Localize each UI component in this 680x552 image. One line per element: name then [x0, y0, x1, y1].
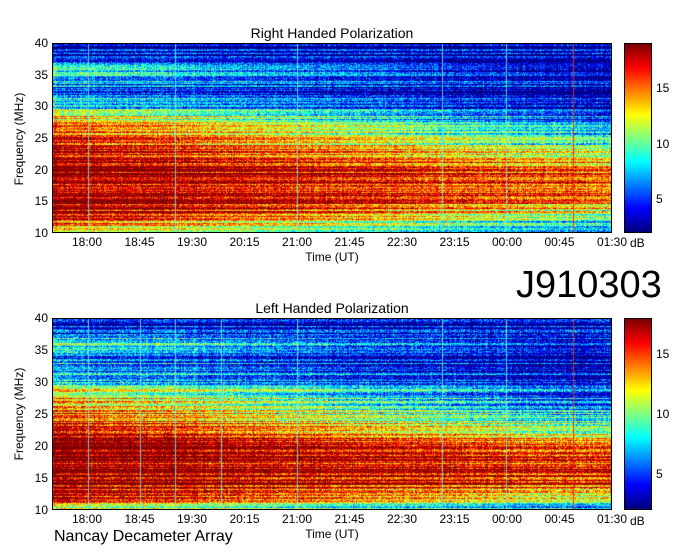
- x-tick-label: 21:45: [334, 512, 365, 526]
- y-tick-label: 10: [34, 503, 48, 517]
- x-tick-label: 01:30: [596, 235, 628, 249]
- x-tick-label: 18:00: [71, 512, 103, 526]
- y-tick-label: 30: [34, 99, 48, 114]
- y-tick-label: 40: [34, 36, 48, 50]
- colorbar-tick-label: 5: [656, 192, 663, 207]
- bottom-colorbar: [624, 318, 652, 510]
- bottom-colorbar-label: dB: [630, 514, 645, 528]
- y-tick-label: 35: [34, 67, 48, 82]
- bottom-panel-title: Left Handed Polarization: [255, 300, 409, 316]
- x-tick-label: 20:15: [229, 512, 260, 526]
- colorbar-tick-label: 15: [656, 80, 670, 95]
- x-tick-label: 22:30: [386, 512, 418, 526]
- y-tick-label: 25: [34, 131, 48, 145]
- y-tick-label: 10: [34, 226, 48, 240]
- top-x-axis-label: Time (UT): [305, 250, 359, 264]
- colorbar-tick-label: 15: [656, 347, 670, 361]
- x-tick-label: 22:30: [386, 235, 418, 249]
- x-tick-label: 00:45: [544, 235, 575, 249]
- x-tick-label: 18:45: [124, 235, 155, 249]
- x-tick-label: 23:15: [439, 235, 470, 249]
- y-tick-label: 20: [34, 439, 48, 453]
- x-tick-label: 19:30: [176, 512, 208, 526]
- y-tick-label: 35: [34, 343, 48, 357]
- x-tick-label: 00:45: [544, 512, 575, 526]
- y-tick-label: 40: [34, 311, 48, 325]
- x-tick-label: 00:00: [491, 512, 523, 526]
- top-colorbar-label: dB: [630, 236, 645, 250]
- x-tick-label: 18:00: [71, 235, 103, 249]
- x-tick-label: 20:15: [229, 235, 260, 249]
- y-tick-label: 15: [34, 471, 48, 485]
- y-tick-label: 15: [34, 194, 48, 209]
- x-tick-label: 18:45: [124, 512, 155, 526]
- y-tick-label: 30: [34, 375, 48, 389]
- bottom-spectrogram: [52, 318, 612, 510]
- footer-label: Nancay Decameter Array: [54, 528, 233, 545]
- bottom-x-axis-label: Time (UT): [305, 527, 359, 541]
- y-tick-label: 20: [34, 162, 48, 177]
- top-colorbar: [624, 43, 652, 233]
- colorbar-tick-label: 10: [656, 407, 670, 421]
- x-tick-label: 21:00: [281, 235, 313, 249]
- x-tick-label: 23:15: [439, 512, 470, 526]
- x-tick-label: 21:00: [281, 512, 313, 526]
- x-tick-label: 01:30: [596, 512, 628, 526]
- colorbar-tick-label: 5: [656, 467, 663, 481]
- x-tick-label: 19:30: [176, 235, 208, 249]
- x-tick-label: 21:45: [334, 235, 365, 249]
- y-tick-label: 25: [34, 407, 48, 421]
- x-tick-label: 00:00: [491, 235, 523, 249]
- colorbar-tick-label: 10: [656, 136, 670, 151]
- top-panel-title: Right Handed Polarization: [250, 25, 414, 41]
- top-spectrogram: [52, 43, 612, 233]
